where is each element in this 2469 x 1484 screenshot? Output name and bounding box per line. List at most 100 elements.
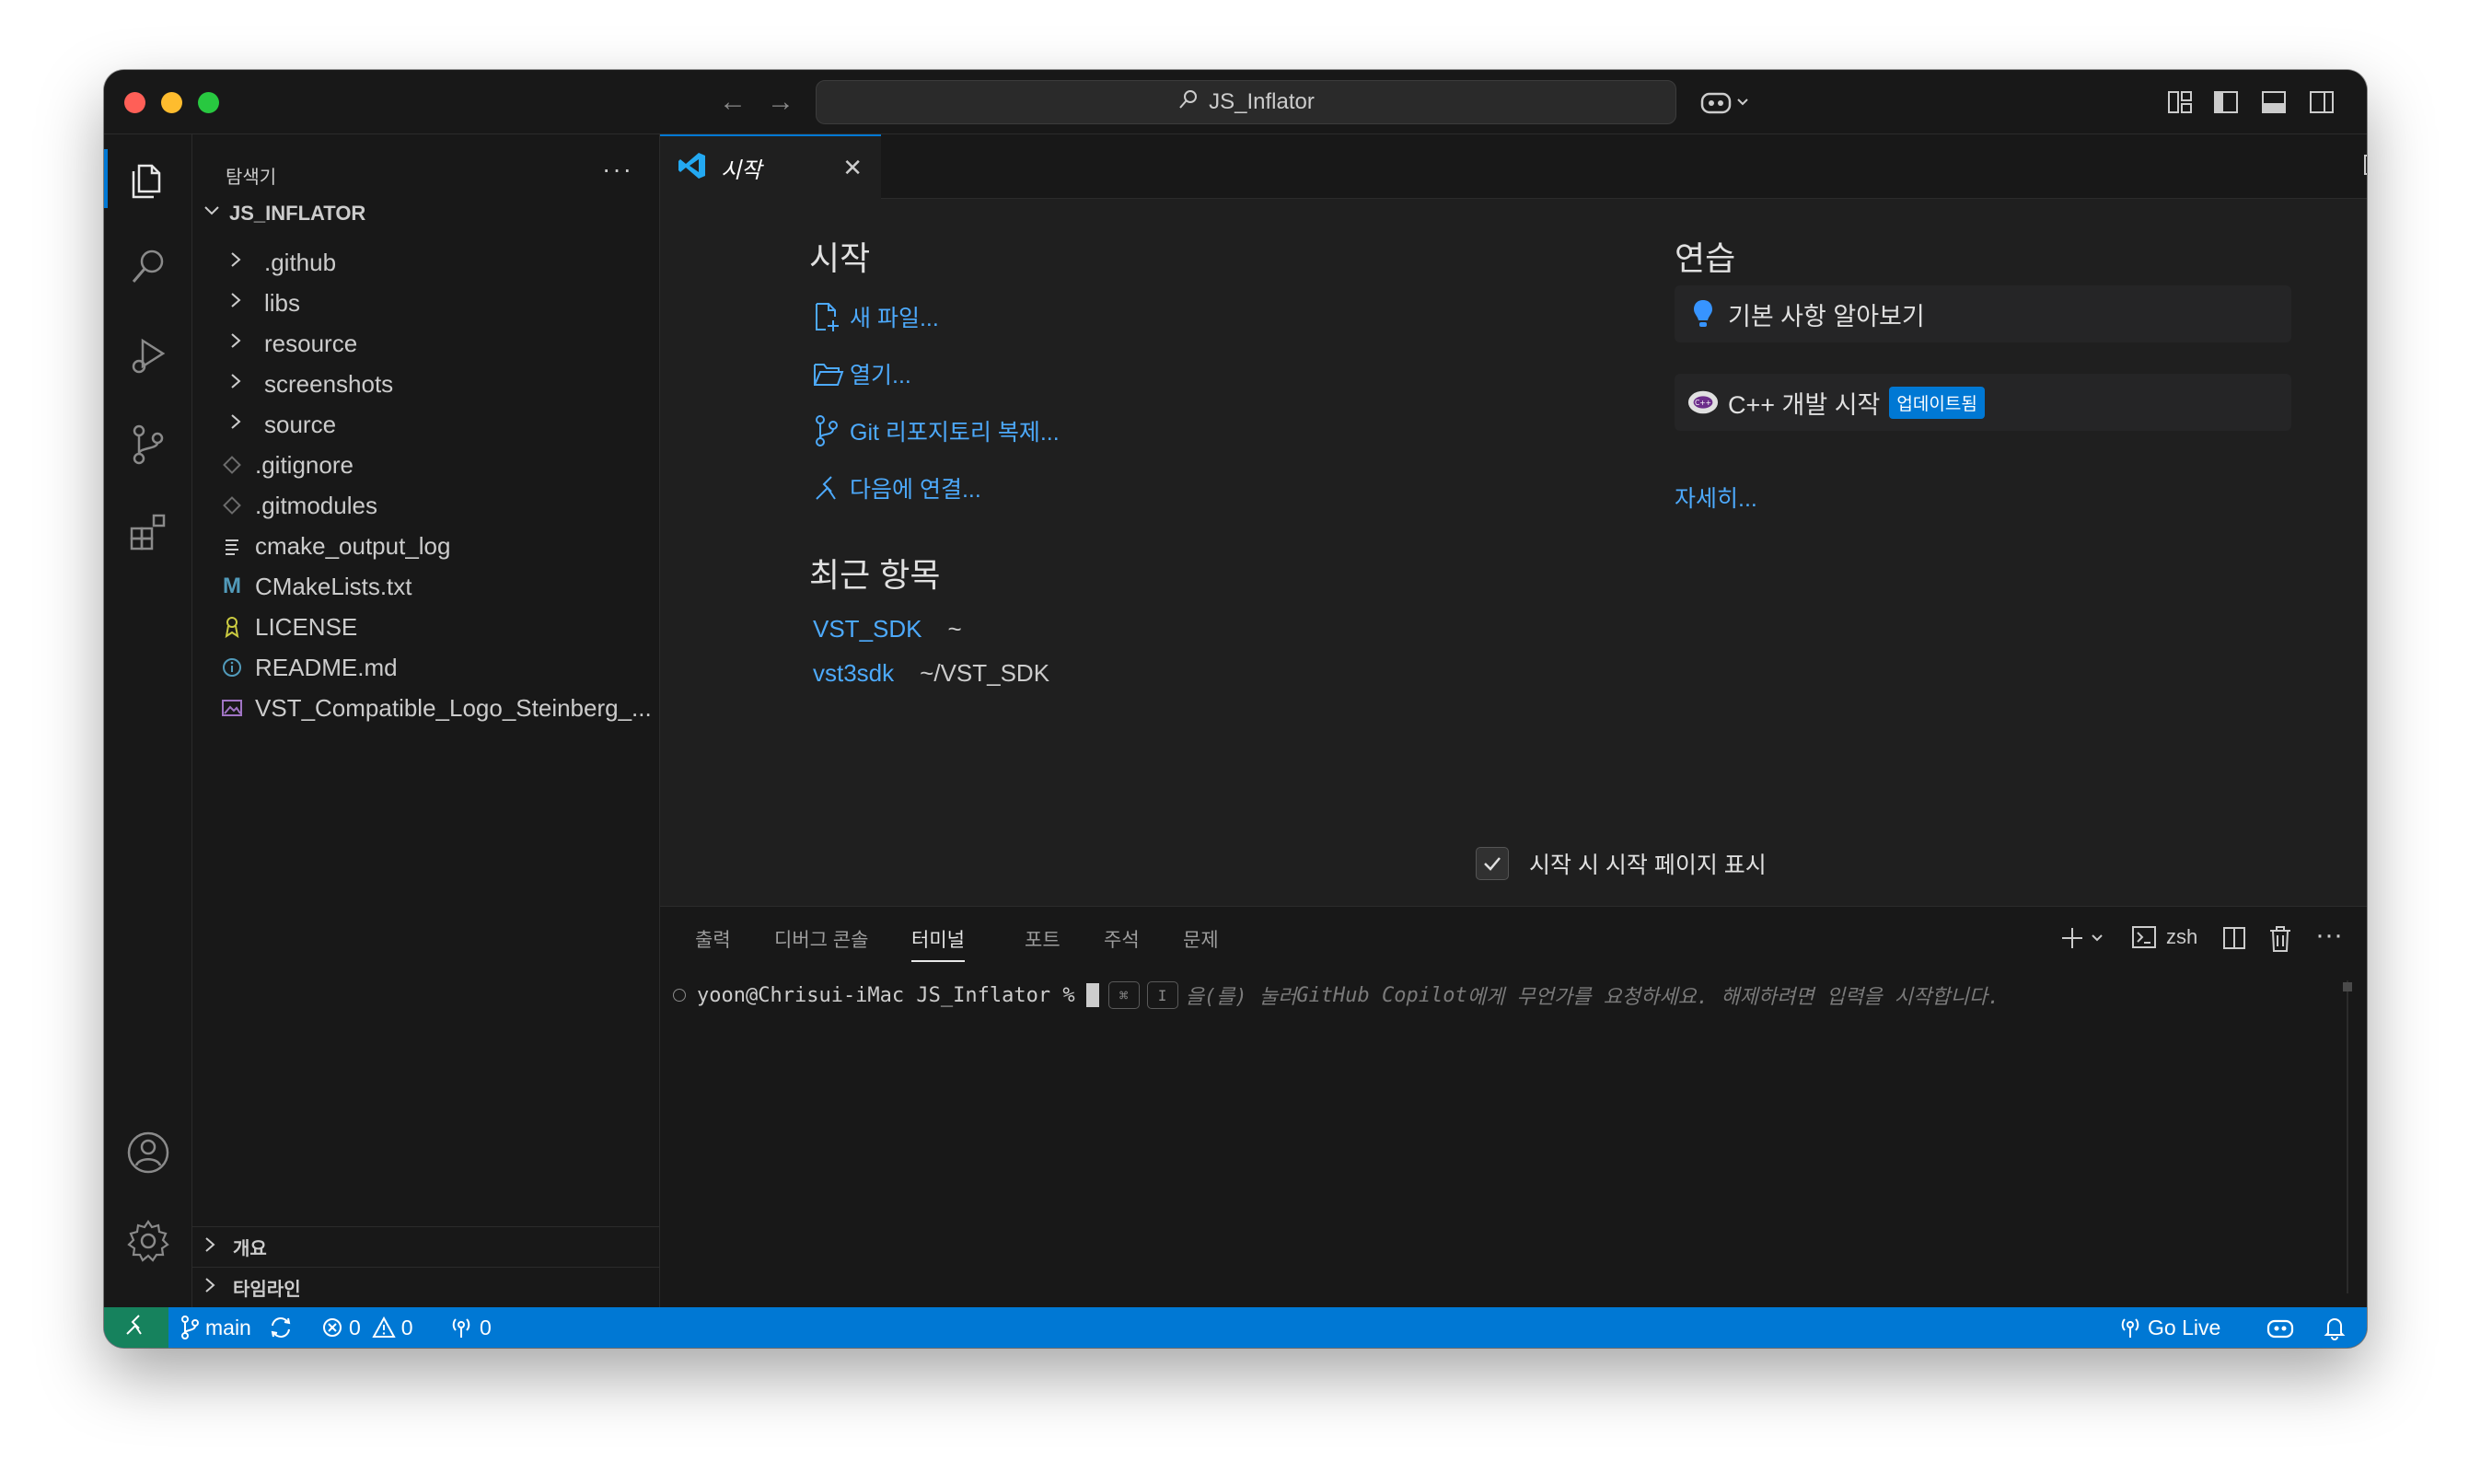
trash-icon[interactable]	[2267, 925, 2293, 953]
close-tab-icon[interactable]: ✕	[842, 154, 863, 182]
tab-debug-console[interactable]: 디버그 콘솔	[774, 925, 868, 953]
open-link[interactable]: 열기...	[813, 357, 911, 390]
accounts-icon[interactable]	[124, 1129, 172, 1177]
copilot-icon[interactable]	[1699, 87, 1751, 122]
split-editor-icon[interactable]	[2361, 151, 2367, 183]
ports-indicator[interactable]: 0	[448, 1307, 492, 1348]
lightbulb-icon	[1687, 298, 1719, 330]
tree-item-label: README.md	[255, 653, 398, 681]
settings-gear-icon[interactable]	[124, 1217, 172, 1265]
walkthrough-cpp[interactable]: C++ C++ 개발 시작 업데이트됨	[1675, 374, 2291, 431]
toggle-panel-icon[interactable]	[2260, 88, 2288, 121]
maximize-panel-icon[interactable]	[2365, 925, 2367, 949]
vscode-window: ← → JS_Inflator 탐색기 ··· JS_INFLATOR .git…	[104, 70, 2367, 1348]
tab-problems[interactable]: 문제	[1183, 925, 1219, 953]
tree-file-readme[interactable]: README.md	[192, 647, 659, 688]
explorer-icon[interactable]	[124, 155, 172, 203]
go-live-button[interactable]: Go Live	[2118, 1307, 2220, 1348]
file-tree: .github libs resource screenshots source…	[192, 242, 659, 728]
chevron-right-icon	[203, 1235, 226, 1259]
m-letter-icon: M	[223, 574, 241, 598]
tree-folder-screenshots[interactable]: screenshots	[192, 364, 659, 404]
tab-comments[interactable]: 주석	[1104, 925, 1140, 953]
tree-folder-source[interactable]: source	[192, 404, 659, 445]
cpp-logo-icon: C++	[1687, 388, 1719, 416]
more-walkthroughs-link[interactable]: 자세히...	[1675, 481, 1757, 514]
walkthrough-label: C++ 개발 시작	[1728, 390, 1881, 419]
tree-file-license[interactable]: LICENSE	[192, 607, 659, 647]
source-control-icon[interactable]	[124, 420, 172, 468]
tab-label: 시작	[721, 157, 762, 183]
tree-item-label: screenshots	[264, 369, 394, 398]
tab-output[interactable]: 출력	[695, 925, 731, 953]
zoom-window-button[interactable]	[198, 92, 219, 113]
chevron-right-icon	[229, 412, 251, 436]
remote-indicator[interactable]	[104, 1307, 168, 1348]
connect-to-link[interactable]: 다음에 연결...	[813, 471, 981, 504]
workspace-root[interactable]: JS_INFLATOR	[202, 201, 365, 226]
tab-terminal[interactable]: 터미널	[911, 925, 965, 953]
checkbox[interactable]	[1476, 847, 1509, 880]
branch-indicator[interactable]: main	[180, 1307, 251, 1348]
text-lines-icon	[220, 536, 244, 556]
command-center-search[interactable]: JS_Inflator	[816, 80, 1676, 124]
tab-ports[interactable]: 포트	[1025, 925, 1061, 953]
terminal-cursor	[1085, 983, 1099, 1007]
panel-more-actions-icon[interactable]: ···	[2315, 920, 2343, 951]
tree-file-cmakelists[interactable]: M CMakeLists.txt	[192, 566, 659, 607]
go-live-label: Go Live	[2148, 1315, 2221, 1339]
walkthrough-basics[interactable]: 기본 사항 알아보기	[1675, 285, 2291, 342]
vscode-logo-icon	[677, 150, 708, 186]
tree-folder-github[interactable]: .github	[192, 242, 659, 283]
recent-item[interactable]: vst3sdk ~/VST_SDK	[813, 659, 1049, 688]
toggle-secondary-sidebar-icon[interactable]	[2308, 88, 2336, 121]
terminal-prompt: yoon@Chrisui-iMac JS_Inflator %	[697, 983, 1075, 1007]
tree-file-gitmodules[interactable]: .gitmodules	[192, 485, 659, 526]
run-debug-icon[interactable]	[124, 331, 172, 379]
outline-section[interactable]: 개요	[192, 1226, 659, 1267]
timeline-section[interactable]: 타임라인	[192, 1267, 659, 1307]
tree-folder-resource[interactable]: resource	[192, 323, 659, 364]
more-actions-icon[interactable]: ···	[602, 155, 633, 184]
tree-item-label: CMakeLists.txt	[255, 572, 412, 600]
copilot-status-icon[interactable]	[2266, 1307, 2301, 1348]
split-terminal-icon[interactable]	[2221, 925, 2247, 951]
tree-file-vst-logo[interactable]: VST_Compatible_Logo_Steinberg_...	[192, 688, 659, 728]
info-icon	[220, 656, 244, 678]
recent-item[interactable]: VST_SDK ~	[813, 615, 962, 643]
terminal-shell-selector[interactable]: zsh	[2131, 925, 2197, 949]
back-arrow-icon[interactable]: ←	[719, 87, 747, 118]
recent-heading: 최근 항목	[809, 556, 941, 594]
new-terminal-icon[interactable]	[2059, 925, 2107, 951]
tree-item-label: .gitmodules	[255, 491, 377, 519]
search-activity-icon[interactable]	[124, 243, 172, 291]
copilot-hint-c: 에게 무언가를 요청하세요. 해제하려면 입력을 시작합니다.	[1466, 986, 2000, 1009]
ports-count: 0	[480, 1315, 492, 1339]
terminal-output[interactable]: yoon@Chrisui-iMac JS_Inflator % ⌘ I 을(를)…	[673, 980, 2000, 1010]
tree-folder-libs[interactable]: libs	[192, 283, 659, 323]
tab-welcome[interactable]: 시작 ✕	[660, 134, 881, 199]
forward-arrow-icon[interactable]: →	[767, 87, 794, 118]
tree-item-label: resource	[264, 329, 358, 357]
terminal-scrollbar[interactable]	[2347, 980, 2348, 1293]
new-file-link[interactable]: 새 파일...	[813, 300, 939, 333]
terminal-icon	[2131, 925, 2157, 949]
bottom-panel: 출력 디버그 콘솔 터미널 포트 주석 문제 zsh ··· yoon@Chri…	[660, 906, 2367, 1307]
sync-icon[interactable]	[268, 1307, 299, 1348]
close-window-button[interactable]	[124, 92, 145, 113]
show-welcome-on-startup[interactable]: 시작 시 시작 페이지 표시	[1476, 847, 1767, 880]
problems-indicator[interactable]: 0 0	[321, 1307, 413, 1348]
terminal-scroll-thumb[interactable]	[2343, 982, 2352, 991]
git-clone-link[interactable]: Git 리포지토리 복제...	[813, 414, 1060, 447]
welcome-page: 시작 새 파일... 열기... Git 리포지토리 복제... 다음에 연결.…	[660, 199, 2367, 906]
editor-tabs: 시작 ✕ ···	[660, 134, 2367, 199]
toggle-primary-sidebar-icon[interactable]	[2212, 88, 2240, 121]
customize-layout-icon[interactable]	[2166, 88, 2194, 121]
extensions-icon[interactable]	[124, 508, 172, 556]
notifications-bell-icon[interactable]	[2323, 1307, 2352, 1348]
tree-item-label: .gitignore	[255, 450, 354, 479]
start-heading: 시작	[809, 239, 871, 277]
tree-file-cmake-output-log[interactable]: cmake_output_log	[192, 526, 659, 566]
minimize-window-button[interactable]	[161, 92, 182, 113]
tree-file-gitignore[interactable]: .gitignore	[192, 445, 659, 485]
